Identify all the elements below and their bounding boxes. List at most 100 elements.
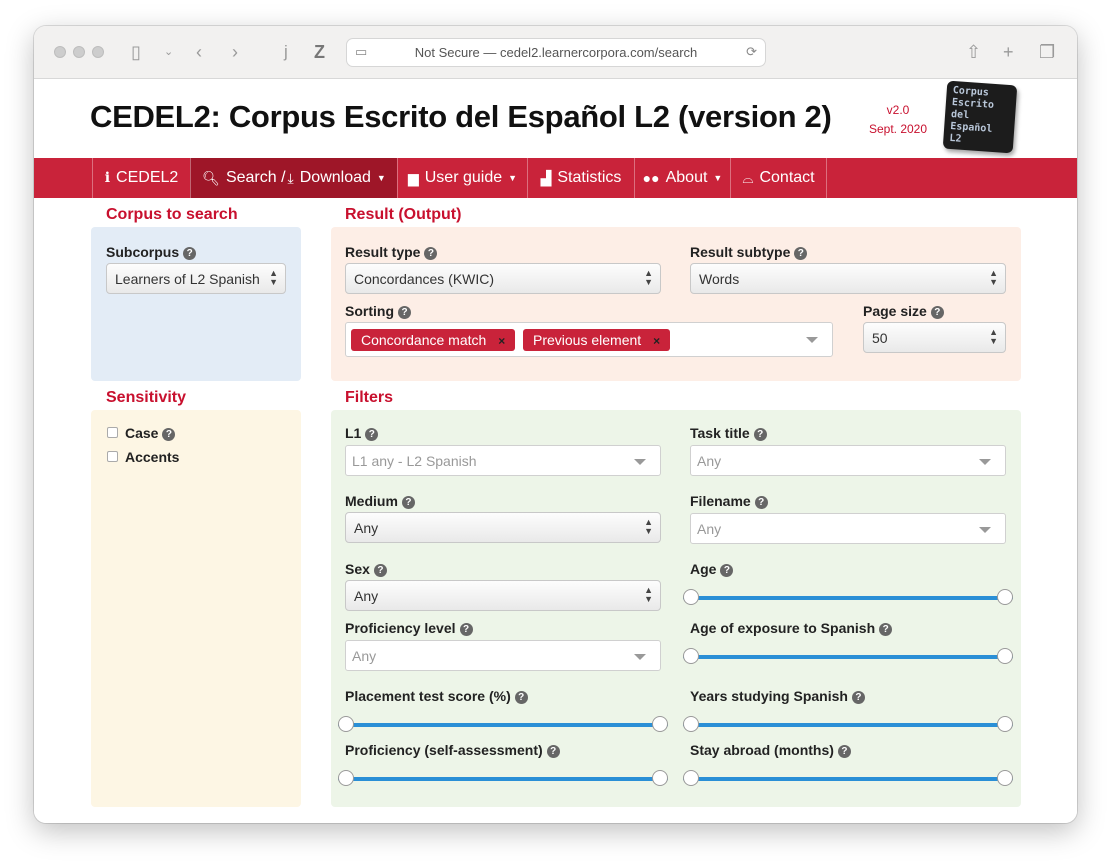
address-bar[interactable]: ▭ Not Secure — cedel2.learnercorpora.com… [346, 38, 766, 67]
accents-checkbox[interactable] [107, 451, 118, 462]
age-exposure-label: Age of exposure to Spanish? [690, 620, 893, 636]
slider-handle-min[interactable] [338, 770, 354, 786]
self-assessment-slider[interactable] [338, 770, 668, 788]
help-icon[interactable]: ? [183, 247, 197, 260]
help-icon[interactable]: ? [398, 306, 411, 319]
sex-select[interactable]: Any ▲ ▼ [345, 580, 661, 611]
minimize-window-button[interactable] [73, 46, 85, 58]
chevron-down-icon: ▼ [508, 173, 518, 183]
corpus-panel: Subcorpus? Learners of L2 Spanish ▲ ▼ [91, 227, 301, 381]
slider-handle-min[interactable] [683, 648, 699, 664]
help-icon[interactable]: ? [720, 564, 734, 577]
slider-handle-max[interactable] [997, 716, 1013, 732]
nav-item-cedel2[interactable]: i CEDEL2 [92, 158, 190, 198]
slider-handle-max[interactable] [997, 648, 1013, 664]
new-tab-icon[interactable]: + [1003, 40, 1014, 64]
help-icon[interactable]: ? [754, 496, 768, 509]
nav-item-about[interactable]: ●● About ▼ [634, 158, 730, 198]
slider-handle-min[interactable] [683, 716, 699, 732]
share-icon[interactable]: ⇧ [966, 40, 981, 64]
help-icon[interactable]: ? [459, 623, 473, 636]
address-text: Not Secure — cedel2.learnercorpora.com/s… [414, 45, 698, 60]
l1-dropdown[interactable]: L1 any - L2 Spanish [345, 445, 661, 476]
help-icon[interactable]: ? [365, 428, 379, 441]
medium-select[interactable]: Any ▲ ▼ [345, 512, 661, 543]
close-window-button[interactable] [54, 46, 66, 58]
years-studying-slider[interactable] [683, 716, 1013, 734]
remove-tag-icon[interactable]: × [653, 334, 660, 348]
sorting-tag[interactable]: Concordance match × [351, 329, 516, 351]
page-size-select[interactable]: 50 ▲ ▼ [863, 322, 1006, 353]
tabs-overview-icon[interactable]: ❐ [1039, 40, 1055, 64]
inbox-icon: ⌓ [742, 169, 754, 186]
help-icon[interactable]: ? [546, 745, 560, 758]
result-type-select[interactable]: Concordances (KWIC) ▲ ▼ [345, 263, 661, 294]
help-icon[interactable]: ? [401, 496, 415, 509]
slider-handle-min[interactable] [683, 589, 699, 605]
slider-handle-max[interactable] [997, 770, 1013, 786]
help-icon[interactable]: ? [753, 428, 767, 441]
nav-item-statistics[interactable]: ▟ Statistics [527, 158, 634, 198]
l1-label: L1? [345, 425, 379, 441]
main-navbar: i CEDEL2 🔍︎ Search / ⤓ Download ▼ ▆ User… [34, 158, 1077, 198]
remove-tag-icon[interactable]: × [498, 334, 505, 348]
nav-item-search-download[interactable]: 🔍︎ Search / ⤓ Download ▼ [190, 158, 397, 198]
slider-handle-max[interactable] [997, 589, 1013, 605]
proficiency-level-dropdown[interactable]: Any [345, 640, 661, 671]
version-info: v2.0 Sept. 2020 [862, 101, 934, 139]
sensitivity-section-title: Sensitivity [106, 389, 187, 406]
chevron-down-icon[interactable]: ⌄ [164, 40, 173, 64]
dropdown-caret-icon [634, 459, 646, 465]
select-arrows-icon: ▲ ▼ [269, 268, 278, 287]
version-date: Sept. 2020 [868, 122, 928, 136]
sorting-label: Sorting? [345, 303, 411, 319]
dropdown-caret-icon[interactable] [806, 337, 818, 343]
placement-score-slider[interactable] [338, 716, 668, 734]
help-icon[interactable]: ? [930, 306, 944, 319]
slider-track [338, 723, 668, 727]
help-icon[interactable]: ? [162, 428, 176, 441]
sorting-multiselect[interactable]: Concordance match × Previous element × [345, 322, 833, 357]
filename-dropdown[interactable]: Any [690, 513, 1006, 544]
slider-handle-min[interactable] [338, 716, 354, 732]
slider-handle-min[interactable] [683, 770, 699, 786]
slider-handle-max[interactable] [652, 770, 668, 786]
nav-item-contact[interactable]: ⌓ Contact [730, 158, 827, 198]
sidebar-toggle-icon[interactable]: ▯ [131, 40, 141, 64]
task-title-dropdown[interactable]: Any [690, 445, 1006, 476]
browser-window: ▯ ⌄ ‹ › j Z ▭ Not Secure — cedel2.learne… [34, 26, 1077, 823]
page-size-label: Page size? [863, 303, 944, 319]
age-exposure-slider[interactable] [683, 648, 1013, 666]
nav-item-user-guide[interactable]: ▆ User guide ▼ [397, 158, 527, 198]
help-icon[interactable]: ? [879, 623, 893, 636]
case-checkbox[interactable] [107, 427, 118, 438]
search-form: Corpus to search Subcorpus? Learners of … [34, 198, 1077, 823]
result-subtype-select[interactable]: Words ▲ ▼ [690, 263, 1006, 294]
forward-icon[interactable]: › [232, 40, 238, 64]
dropdown-caret-icon [979, 527, 991, 533]
reload-icon[interactable]: ⟳ [746, 44, 757, 60]
back-icon[interactable]: ‹ [196, 40, 202, 64]
help-icon[interactable]: ? [794, 247, 808, 260]
result-section-title: Result (Output) [345, 206, 462, 223]
select-arrows-icon: ▲ ▼ [644, 585, 653, 604]
zoom-window-button[interactable] [92, 46, 104, 58]
help-icon[interactable]: ? [373, 564, 387, 577]
extension-z-icon[interactable]: Z [314, 40, 325, 64]
help-icon[interactable]: ? [851, 691, 865, 704]
result-type-label: Result type? [345, 244, 438, 260]
help-icon[interactable]: ? [424, 247, 438, 260]
age-range-slider[interactable] [683, 589, 1013, 607]
stay-abroad-slider[interactable] [683, 770, 1013, 788]
browser-toolbar: ▯ ⌄ ‹ › j Z ▭ Not Secure — cedel2.learne… [34, 26, 1077, 79]
select-arrows-icon: ▲ ▼ [989, 268, 998, 287]
help-icon[interactable]: ? [514, 691, 528, 704]
result-panel: Result type? Concordances (KWIC) ▲ ▼ Resu… [331, 227, 1021, 381]
sorting-tag[interactable]: Previous element × [523, 329, 671, 351]
age-label: Age? [690, 561, 734, 577]
slider-handle-max[interactable] [652, 716, 668, 732]
extension-j-icon[interactable]: j [284, 40, 288, 64]
subcorpus-select[interactable]: Learners of L2 Spanish ▲ ▼ [106, 263, 286, 294]
users-icon: ●● [642, 170, 660, 186]
help-icon[interactable]: ? [837, 745, 851, 758]
